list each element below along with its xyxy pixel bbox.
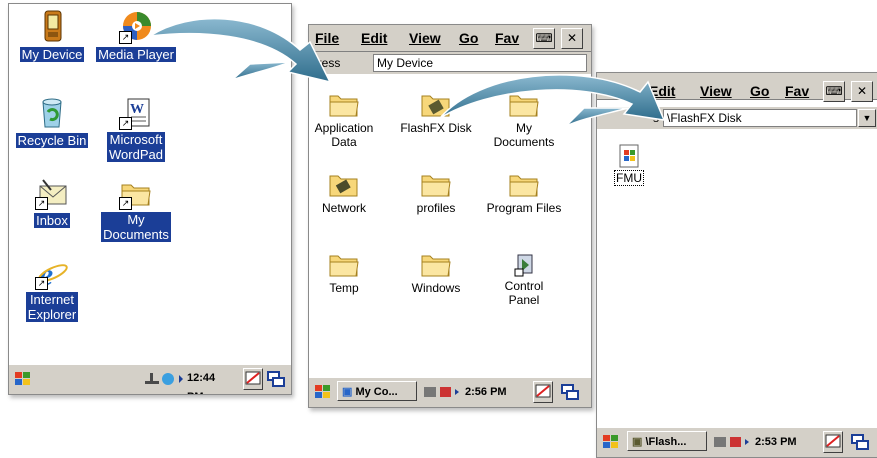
address-input[interactable]: My Device: [373, 54, 587, 72]
menu-favorites[interactable]: Fav: [495, 30, 519, 46]
menu-go[interactable]: Go: [459, 30, 478, 46]
input-panel-icon[interactable]: [823, 431, 843, 453]
desktop-icon-label: Recycle Bin: [15, 133, 89, 148]
desktop-icon-my-documents[interactable]: ↗ My Documents: [93, 176, 179, 244]
network-folder-icon: [329, 173, 359, 197]
folder-application-data[interactable]: Application Data: [309, 93, 385, 149]
chevron-down-icon[interactable]: ▼: [858, 109, 876, 127]
close-icon[interactable]: ✕: [561, 28, 583, 49]
folder-program-files[interactable]: Program Files: [483, 173, 565, 215]
windows-flag-icon: [15, 372, 30, 385]
taskbar-task-my-device[interactable]: ▣ My Co...: [337, 381, 417, 401]
desktop-icon-label: My Device: [19, 47, 85, 62]
taskbar: ▣ \Flash... 2:53 PM: [597, 426, 877, 457]
windows-flag-icon: [603, 435, 618, 448]
wordpad-icon: W ↗: [119, 96, 153, 130]
recycle-bin-icon: [35, 96, 69, 130]
menu-bar: File Edit View Go Fav ⌨ ✕: [309, 25, 591, 52]
clock[interactable]: 12:44 PM: [187, 369, 227, 394]
desktop-screen: My Device ↗ Media Player Recycle Bin W ↗…: [8, 3, 292, 395]
shortcut-arrow-icon: ↗: [119, 197, 132, 210]
taskbar-task-flashfx[interactable]: ▣ \Flash...: [627, 431, 707, 451]
input-panel-icon[interactable]: ⌨: [533, 28, 555, 49]
desktop-switch-icon[interactable]: [561, 383, 579, 401]
desktop-icon-label: My Documents: [101, 212, 171, 242]
desktop-icon-label: Microsoft WordPad: [107, 132, 165, 162]
input-panel-icon[interactable]: ⌨: [823, 81, 845, 102]
desktop-icon-inbox[interactable]: ↗ Inbox: [9, 176, 95, 230]
desktop-switch-icon[interactable]: [267, 370, 285, 388]
input-panel-icon[interactable]: [243, 368, 263, 390]
folder-icon: ↗: [119, 176, 153, 210]
pda-icon: [35, 10, 69, 44]
folder-icon: [329, 93, 359, 117]
desktop-icon-media-player[interactable]: ↗ Media Player: [93, 10, 179, 64]
tray-icons: [713, 435, 751, 449]
folder-icon: [509, 173, 539, 197]
windows-flag-icon: [315, 385, 330, 398]
address-input[interactable]: \FlashFX Disk: [663, 109, 857, 127]
folder-profiles[interactable]: profiles: [395, 173, 477, 215]
start-button[interactable]: [600, 432, 622, 452]
address-bar: dress My Device: [309, 52, 591, 74]
start-button[interactable]: [312, 382, 334, 402]
folder-icon: [421, 173, 451, 197]
input-panel-icon[interactable]: [533, 381, 553, 403]
ie-icon: e ↗: [35, 256, 69, 290]
menu-view[interactable]: View: [700, 83, 732, 99]
tray-icons: [423, 385, 461, 399]
network-status-icon: [145, 373, 183, 385]
shortcut-arrow-icon: ↗: [35, 277, 48, 290]
shortcut-arrow-icon: ↗: [119, 31, 132, 44]
close-icon[interactable]: ✕: [851, 81, 873, 102]
menu-bar: Edit View Go Fav ⌨ ✕: [597, 73, 877, 102]
media-player-icon: ↗: [119, 10, 153, 44]
system-tray: 12:44 PM: [143, 369, 227, 394]
folder-temp[interactable]: Temp: [309, 253, 385, 295]
desktop-icon-wordpad[interactable]: W ↗ Microsoft WordPad: [93, 96, 179, 164]
file-fmu[interactable]: FMU: [611, 143, 647, 186]
explorer-window-flashfx-disk: Edit View Go Fav ⌨ ✕ s \FlashFX Disk ▼ F…: [596, 72, 877, 458]
folder-icon: [421, 253, 451, 277]
address-bar: s \FlashFX Disk ▼: [597, 107, 877, 129]
disk-folder-icon: [421, 93, 451, 117]
menu-go[interactable]: Go: [750, 83, 769, 99]
desktop-icon-label: Internet Explorer: [25, 292, 79, 322]
folder-windows[interactable]: Windows: [395, 253, 477, 295]
menu-view[interactable]: View: [409, 30, 441, 46]
folder-flashfx-disk[interactable]: FlashFX Disk: [395, 93, 477, 135]
desktop-switch-icon[interactable]: [851, 433, 869, 451]
folder-control-panel[interactable]: Control Panel: [483, 251, 565, 307]
shortcut-arrow-icon: ↗: [119, 117, 132, 130]
shortcut-arrow-icon: ↗: [35, 197, 48, 210]
folder-icon: [329, 253, 359, 277]
desktop-icon-label: Inbox: [34, 213, 70, 228]
desktop-icon-internet-explorer[interactable]: e ↗ Internet Explorer: [9, 256, 95, 324]
folder-my-documents[interactable]: My Documents: [483, 93, 565, 149]
taskbar: ▣ My Co... 2:56 PM: [309, 376, 591, 407]
desktop-icon-my-device[interactable]: My Device: [9, 10, 95, 64]
folder-icon: [509, 93, 539, 117]
start-button[interactable]: [12, 369, 34, 389]
control-panel-icon: [509, 251, 539, 277]
app-icon: [617, 143, 641, 169]
folder-network[interactable]: Network: [309, 173, 385, 215]
taskbar: 12:44 PM: [9, 363, 291, 394]
menu-edit[interactable]: Edit: [649, 83, 675, 99]
address-label: dress: [311, 56, 341, 70]
menu-edit[interactable]: Edit: [361, 30, 387, 46]
explorer-window-my-device: File Edit View Go Fav ⌨ ✕ dress My Devic…: [308, 24, 592, 408]
desktop-icon-label: Media Player: [96, 47, 176, 62]
address-label: s: [653, 111, 659, 125]
svg-text:W: W: [130, 102, 144, 117]
desktop-icon-recycle-bin[interactable]: Recycle Bin: [9, 96, 95, 150]
inbox-icon: ↗: [35, 176, 69, 210]
clock[interactable]: 2:56 PM: [465, 386, 507, 398]
menu-favorites[interactable]: Fav: [785, 83, 809, 99]
clock[interactable]: 2:53 PM: [755, 436, 797, 448]
menu-file[interactable]: File: [315, 30, 339, 46]
